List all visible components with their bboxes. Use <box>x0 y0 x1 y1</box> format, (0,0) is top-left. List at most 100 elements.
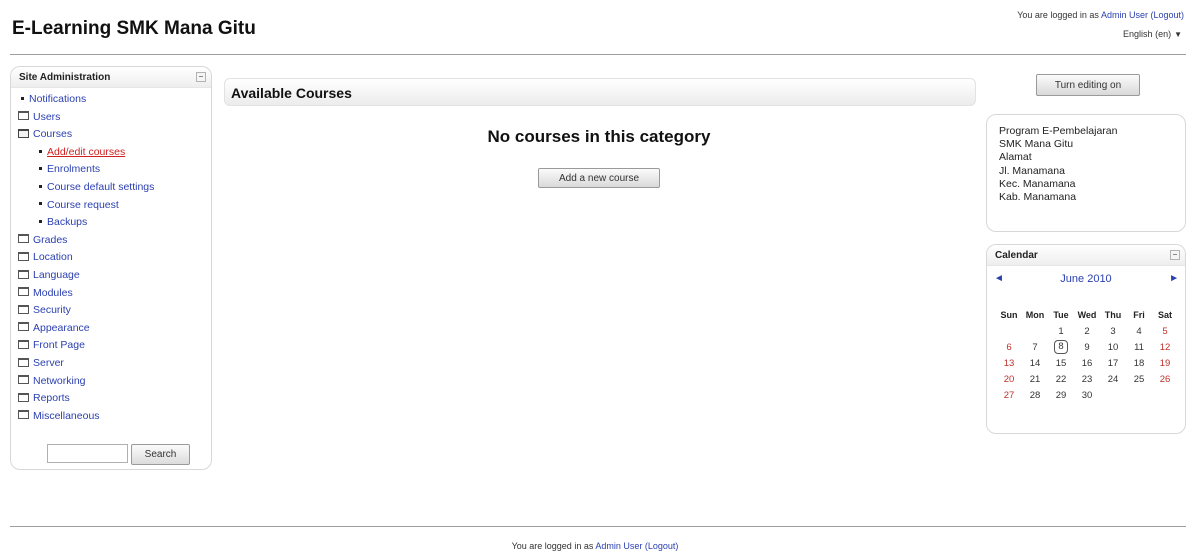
calendar-day[interactable]: 18 <box>1126 355 1152 371</box>
admin-item-security[interactable]: Security <box>18 302 154 320</box>
folder-icon <box>18 304 29 314</box>
calendar-day[interactable]: 19 <box>1152 355 1178 371</box>
bullet-icon <box>21 96 24 100</box>
calendar-day[interactable]: 26 <box>1152 371 1178 387</box>
calendar-day[interactable]: 20 <box>996 371 1022 387</box>
calendar-day[interactable]: 16 <box>1074 355 1100 371</box>
collapse-icon[interactable] <box>1170 250 1180 260</box>
login-prefix: You are logged in as <box>511 541 594 551</box>
calendar-day[interactable]: 17 <box>1100 355 1126 371</box>
language-select[interactable]: English (en) ▼ <box>1123 29 1182 39</box>
calendar-day[interactable]: 9 <box>1074 339 1100 355</box>
user-link[interactable]: Admin User <box>595 541 642 551</box>
calendar-day[interactable]: 27 <box>996 387 1022 403</box>
calendar-day[interactable]: 15 <box>1048 355 1074 371</box>
calendar-month-link[interactable]: June 2010 <box>987 273 1185 285</box>
folder-icon <box>18 252 29 262</box>
logout-link[interactable]: (Logout) <box>645 541 679 551</box>
calendar-day[interactable]: 5 <box>1152 323 1178 339</box>
calendar-day[interactable]: 29 <box>1048 387 1074 403</box>
admin-item-enrolments[interactable]: Enrolments <box>18 161 154 179</box>
calendar-today[interactable]: 8 <box>1054 340 1068 354</box>
calendar-day[interactable]: 25 <box>1126 371 1152 387</box>
admin-item-location[interactable]: Location <box>18 249 154 267</box>
logout-link[interactable]: (Logout) <box>1150 10 1184 20</box>
admin-item-label[interactable]: Grades <box>33 234 67 246</box>
folder-icon <box>18 269 29 279</box>
admin-item-reports[interactable]: Reports <box>18 390 154 408</box>
calendar-day[interactable]: 4 <box>1126 323 1152 339</box>
admin-item-notifications[interactable]: Notifications <box>18 91 154 109</box>
admin-item-backups[interactable]: Backups <box>18 214 154 232</box>
admin-item-label[interactable]: Miscellaneous <box>33 410 100 422</box>
info-line: Program E-Pembelajaran <box>999 125 1118 137</box>
calendar-day[interactable]: 12 <box>1152 339 1178 355</box>
folder-icon <box>18 392 29 402</box>
admin-item-label[interactable]: Courses <box>33 128 72 140</box>
login-prefix: You are logged in as <box>1017 10 1099 20</box>
footer-divider <box>10 526 1186 527</box>
admin-item-label[interactable]: Course default settings <box>47 181 154 193</box>
calendar-day[interactable]: 10 <box>1100 339 1126 355</box>
calendar-day[interactable]: 13 <box>996 355 1022 371</box>
calendar-day[interactable]: 22 <box>1048 371 1074 387</box>
calendar-day[interactable]: 14 <box>1022 355 1048 371</box>
admin-item-label[interactable]: Add/edit courses <box>47 146 125 158</box>
admin-item-label[interactable]: Location <box>33 251 73 263</box>
admin-item-label[interactable]: Users <box>33 111 60 123</box>
calendar-day[interactable]: 2 <box>1074 323 1100 339</box>
search-input[interactable] <box>47 444 128 463</box>
admin-item-label[interactable]: Networking <box>33 375 86 387</box>
admin-item-grades[interactable]: Grades <box>18 232 154 250</box>
admin-item-course-request[interactable]: Course request <box>18 197 154 215</box>
admin-item-label[interactable]: Modules <box>33 287 73 299</box>
admin-item-label[interactable]: Course request <box>47 199 119 211</box>
calendar-block: Calendar ◄ June 2010 ► Sun Mon Tue Wed Thu Fr… <box>986 244 1186 434</box>
admin-item-label[interactable]: Backups <box>47 216 87 228</box>
info-line: Kab. Manamana <box>999 191 1077 204</box>
collapse-icon[interactable] <box>196 72 206 82</box>
turn-editing-on-button[interactable]: Turn editing on <box>1036 74 1140 96</box>
calendar-day[interactable]: 28 <box>1022 387 1048 403</box>
admin-item-server[interactable]: Server <box>18 355 154 373</box>
calendar-day[interactable]: 1 <box>1048 323 1074 339</box>
calendar-day[interactable]: 11 <box>1126 339 1152 355</box>
admin-item-label[interactable]: Language <box>33 269 80 281</box>
admin-item-label[interactable]: Notifications <box>29 93 86 105</box>
admin-item-courses[interactable]: Courses <box>18 126 154 144</box>
admin-item-add-edit-courses[interactable]: Add/edit courses <box>18 144 154 162</box>
search-button[interactable]: Search <box>131 444 190 465</box>
admin-item-label[interactable]: Server <box>33 357 64 369</box>
calendar-day[interactable]: 6 <box>996 339 1022 355</box>
language-value: English (en) <box>1123 29 1172 39</box>
admin-item-appearance[interactable]: Appearance <box>18 320 154 338</box>
calendar-day[interactable]: 23 <box>1074 371 1100 387</box>
admin-item-front-page[interactable]: Front Page <box>18 337 154 355</box>
user-link[interactable]: Admin User <box>1101 10 1148 20</box>
site-title: E-Learning SMK Mana Gitu <box>12 18 256 39</box>
calendar-day[interactable]: 24 <box>1100 371 1126 387</box>
calendar-day[interactable]: 3 <box>1100 323 1126 339</box>
admin-item-language[interactable]: Language <box>18 267 154 285</box>
info-line: Jl. Manamana <box>999 164 1065 177</box>
login-info: You are logged in as Admin User (Logout) <box>1017 10 1184 20</box>
calendar-day-header: Tue <box>1053 310 1069 320</box>
info-text: Program E-Pembelajaran SMK Mana Gitu Alama… <box>999 125 1117 204</box>
admin-item-label[interactable]: Reports <box>33 392 70 404</box>
calendar-day[interactable]: 7 <box>1022 339 1048 355</box>
admin-item-label[interactable]: Security <box>33 304 71 316</box>
admin-item-modules[interactable]: Modules <box>18 285 154 303</box>
admin-item-miscellaneous[interactable]: Miscellaneous <box>18 408 154 426</box>
admin-item-label[interactable]: Enrolments <box>47 163 100 175</box>
next-month-icon[interactable]: ► <box>1169 273 1179 284</box>
admin-item-users[interactable]: Users <box>18 109 154 127</box>
block-title: Site Administration <box>19 72 111 83</box>
admin-item-networking[interactable]: Networking <box>18 373 154 391</box>
add-course-button[interactable]: Add a new course <box>538 168 660 188</box>
admin-item-course-default-settings[interactable]: Course default settings <box>18 179 154 197</box>
calendar-day[interactable]: 21 <box>1022 371 1048 387</box>
calendar-day[interactable]: 8 <box>1048 339 1074 355</box>
calendar-day[interactable]: 30 <box>1074 387 1100 403</box>
admin-item-label[interactable]: Front Page <box>33 339 85 351</box>
admin-item-label[interactable]: Appearance <box>33 322 90 334</box>
